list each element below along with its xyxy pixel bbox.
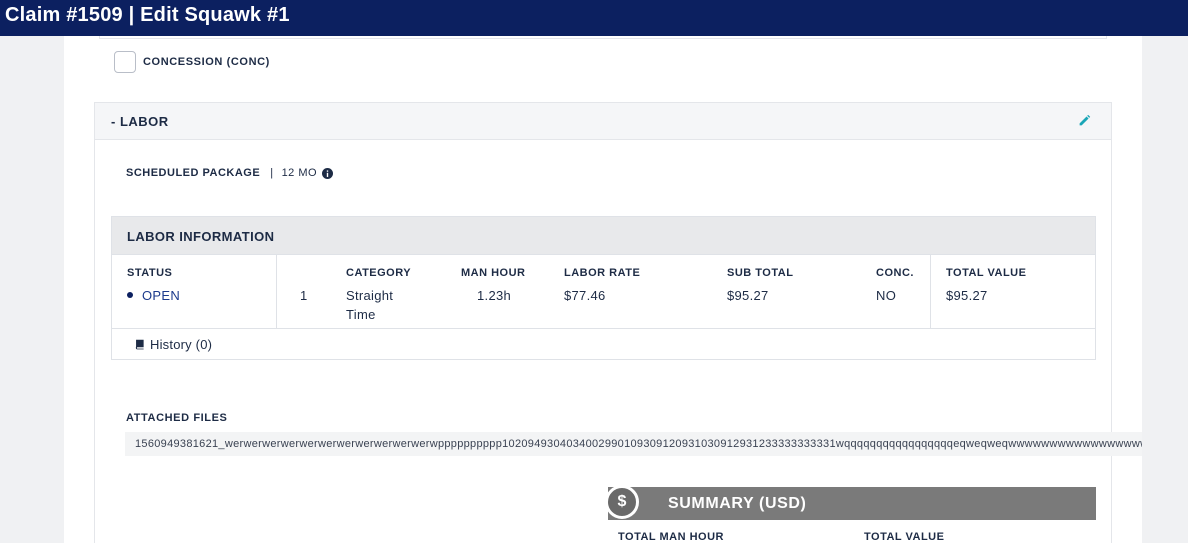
labor-title: - LABOR [111, 114, 169, 129]
category-line-1: Straight [346, 288, 394, 303]
status-header: STATUS [127, 267, 173, 279]
previous-section-bottom [99, 36, 1107, 39]
labor-rate-value: $77.46 [564, 288, 606, 303]
conc-value: NO [876, 288, 897, 303]
summary-header: SUMMARY (USD) [608, 487, 1096, 520]
man-hour-header: MAN HOUR [461, 267, 526, 279]
labor-rate-header: LABOR RATE [564, 267, 641, 279]
sub-total-header: SUB TOTAL [727, 267, 794, 279]
summary-title: SUMMARY (USD) [668, 495, 807, 512]
status-dot [127, 291, 133, 298]
window-title: Claim #1509 | Edit Squawk #1 [0, 0, 1188, 36]
total-value-value: $95.27 [946, 288, 988, 303]
scheduled-package-label: SCHEDULED PACKAGE [126, 167, 261, 179]
category-header: CATEGORY [346, 267, 412, 279]
info-icon[interactable] [322, 167, 334, 179]
row-number: 1 [300, 288, 308, 303]
column-divider [276, 255, 277, 328]
conc-header: CONC. [876, 267, 914, 279]
sub-total-value: $95.27 [727, 288, 769, 303]
labor-section: - LABOR SCHEDULED PACKAGE | 12 MO LABOR … [94, 102, 1142, 543]
labor-header[interactable]: - LABOR [95, 103, 1111, 140]
concession-row: CONCESSION (CONC) [114, 51, 270, 73]
attached-files-label: ATTACHED FILES [126, 412, 228, 424]
attached-file[interactable]: 1560949381621_werwerwerwerwerwerwerwerwe… [125, 432, 1142, 456]
category-line-2: Time [346, 307, 376, 322]
status-text: OPEN [142, 288, 181, 303]
pencil-icon[interactable] [1078, 114, 1091, 127]
history-label: History (0) [150, 337, 213, 352]
scheduled-package-value: 12 MO [281, 167, 318, 179]
main-content: CONCESSION (CONC) - LABOR SCHEDULED PACK… [64, 36, 1142, 543]
book-icon [135, 339, 144, 350]
total-value-label: TOTAL VALUE [864, 531, 945, 543]
total-man-hour-label: TOTAL MAN HOUR [618, 531, 724, 543]
labor-information-row: STATUS OPEN 1 CATEGORY Straight Time MAN… [112, 255, 1095, 329]
labor-information-title: LABOR INFORMATION [112, 217, 1095, 255]
status-value: OPEN [127, 288, 180, 303]
scheduled-package: SCHEDULED PACKAGE | 12 MO [126, 167, 334, 179]
total-value-header: TOTAL VALUE [946, 267, 1027, 279]
concession-label: CONCESSION (CONC) [143, 56, 270, 68]
dollar-icon: $ [605, 485, 639, 519]
labor-information-panel: LABOR INFORMATION STATUS OPEN 1 CATEGORY… [111, 216, 1096, 360]
concession-checkbox[interactable] [114, 51, 136, 73]
separator: | [270, 167, 274, 179]
category-value: Straight Time [346, 288, 393, 322]
history-link[interactable]: History (0) [134, 337, 212, 352]
column-divider [930, 255, 931, 328]
man-hour-value: 1.23h [477, 288, 512, 303]
